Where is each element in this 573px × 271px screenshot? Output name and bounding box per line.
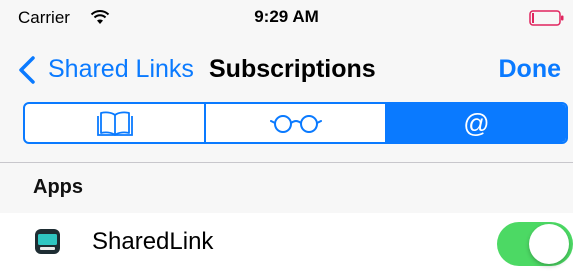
segmented-control: @	[23, 102, 568, 144]
sharedlink-app-icon	[35, 229, 60, 254]
segment-shared-links[interactable]: @	[387, 104, 566, 142]
glasses-icon	[269, 115, 322, 133]
toggle-knob	[529, 224, 569, 264]
list-item-label: SharedLink	[92, 228, 214, 255]
book-icon	[96, 111, 133, 136]
status-bar: Carrier 9:29 AM	[0, 0, 573, 36]
section-divider	[0, 162, 573, 163]
segment-bookmarks[interactable]	[25, 104, 206, 142]
done-button[interactable]: Done	[499, 55, 562, 84]
page-title: Subscriptions	[209, 55, 376, 83]
section-header-apps: Apps	[33, 176, 83, 198]
list-item: SharedLink	[0, 213, 573, 271]
status-time: 9:29 AM	[254, 7, 319, 26]
subscriptions-screen: Carrier 9:29 AM Shared Links Subscriptio…	[0, 0, 573, 271]
mention-icon: @	[463, 108, 490, 138]
back-button[interactable]: Shared Links	[48, 55, 194, 84]
subscription-toggle[interactable]	[497, 222, 573, 266]
segment-reading-list[interactable]	[206, 104, 387, 142]
battery-icon	[529, 10, 564, 26]
navigation-bar: Shared Links Subscriptions Done	[0, 44, 573, 94]
back-chevron-icon[interactable]	[18, 56, 36, 84]
